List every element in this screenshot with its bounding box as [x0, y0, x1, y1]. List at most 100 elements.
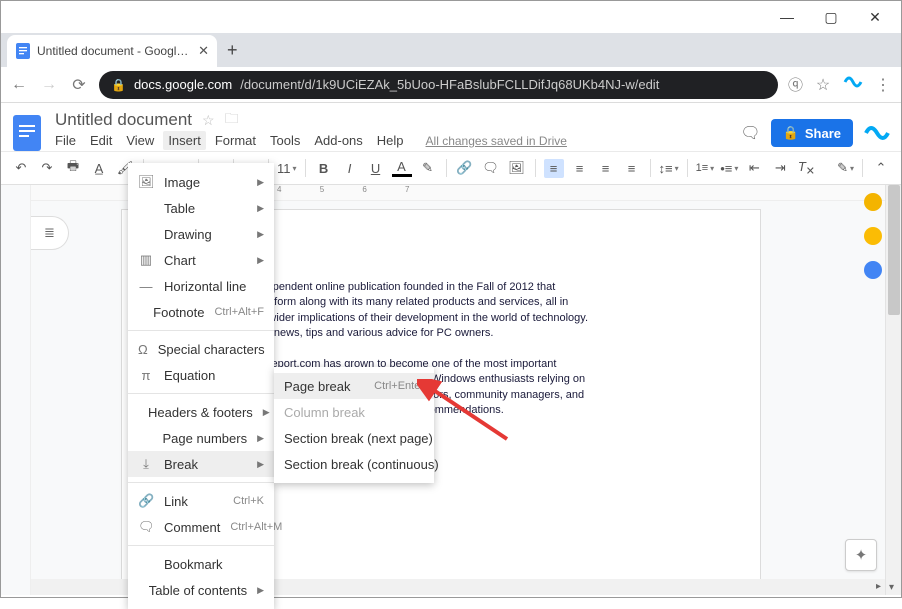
menu-help[interactable]: Help — [377, 133, 404, 148]
italic-button[interactable]: I — [340, 161, 360, 176]
menu-separator — [128, 393, 274, 394]
menu-item-equation[interactable]: πEquation — [128, 362, 274, 388]
move-folder-icon[interactable]: 🗀 — [225, 108, 239, 132]
new-tab-button[interactable]: + — [227, 40, 238, 67]
menu-item-toc[interactable]: Table of contents▶ — [128, 577, 274, 603]
numbered-list-icon[interactable]: 1≡ — [696, 162, 715, 174]
menu-tools[interactable]: Tools — [270, 133, 300, 148]
decrease-indent-icon[interactable]: ⇤ — [744, 160, 764, 176]
menu-item-link[interactable]: 🔗LinkCtrl+K — [128, 488, 274, 514]
menu-item-chart[interactable]: ▥Chart▶ — [128, 247, 274, 273]
scroll-right-icon[interactable]: ▸ — [876, 581, 881, 592]
tab-close-icon[interactable]: ✕ — [198, 43, 209, 59]
scrollbar-thumb[interactable] — [888, 185, 900, 315]
chevron-right-icon: ▶ — [257, 459, 264, 470]
menu-item-table[interactable]: Table▶ — [128, 195, 274, 221]
nav-forward-icon[interactable]: → — [39, 76, 59, 94]
submenu-column-break: Column break — [274, 399, 434, 425]
bold-button[interactable]: B — [314, 161, 334, 176]
undo-icon[interactable]: ↶ — [11, 160, 31, 176]
break-icon: ⤓ — [138, 456, 154, 472]
browser-tab-strip: Untitled document - Google Doc ✕ + — [1, 33, 901, 67]
menu-item-comment[interactable]: 🗨CommentCtrl+Alt+M — [128, 514, 274, 540]
menu-item-drawing[interactable]: Drawing▶ — [128, 221, 274, 247]
opera-menu-icon[interactable] — [843, 72, 863, 97]
menu-item-image[interactable]: 🖼Image▶ — [128, 169, 274, 195]
font-size[interactable]: 11 — [277, 161, 297, 176]
align-justify-icon[interactable]: ≡ — [622, 161, 642, 176]
document-title[interactable]: Untitled document — [55, 110, 192, 130]
menu-insert[interactable]: Insert — [163, 131, 206, 150]
menu-item-bookmark[interactable]: Bookmark — [128, 551, 274, 577]
account-avatar[interactable] — [863, 119, 891, 147]
menu-item-break[interactable]: ⤓Break▶ — [128, 451, 274, 477]
share-button[interactable]: 🔒 Share — [771, 119, 853, 147]
comment-icon: 🗨 — [138, 519, 154, 535]
text-color-icon[interactable]: A — [392, 159, 412, 177]
menu-item-page-numbers[interactable]: Page numbers▶ — [128, 425, 274, 451]
increase-indent-icon[interactable]: ⇥ — [770, 160, 790, 176]
align-left-icon[interactable]: ≡ — [544, 159, 564, 178]
docs-favicon-icon — [15, 43, 31, 59]
window-close[interactable]: ✕ — [853, 9, 897, 26]
break-submenu: Page breakCtrl+Enter Column break Sectio… — [274, 367, 434, 483]
open-comments-icon[interactable]: 🗨 — [740, 123, 760, 143]
scroll-down-icon[interactable]: ▾ — [889, 582, 894, 593]
align-right-icon[interactable]: ≡ — [596, 161, 616, 176]
url-box[interactable]: 🔒 docs.google.com/document/d/1k9UCiEZAk_… — [99, 71, 778, 99]
highlight-color-icon[interactable]: ✎ — [418, 160, 438, 176]
window-maximize[interactable]: ▢ — [809, 9, 853, 26]
clear-formatting-icon[interactable]: T✕ — [796, 159, 816, 178]
pi-icon: π — [138, 368, 154, 383]
save-status[interactable]: All changes saved in Drive — [426, 134, 567, 148]
collapse-toolbar-icon[interactable]: ⌃ — [871, 160, 891, 176]
redo-icon[interactable]: ↷ — [37, 160, 57, 176]
keep-icon[interactable] — [864, 193, 882, 211]
underline-button[interactable]: U — [366, 161, 386, 176]
menu-item-headers-footers[interactable]: Headers & footers▶ — [128, 399, 274, 425]
menu-format[interactable]: Format — [215, 133, 256, 148]
kebab-menu-icon[interactable]: ⋮ — [873, 75, 893, 95]
link-icon: 🔗 — [138, 493, 154, 509]
bookmark-star-icon[interactable]: ☆ — [813, 75, 833, 95]
tab-title: Untitled document - Google Doc — [37, 44, 192, 58]
tasks-icon[interactable] — [864, 261, 882, 279]
chevron-right-icon: ▶ — [263, 407, 270, 418]
vertical-scrollbar[interactable]: ▾ — [885, 185, 901, 595]
insert-link-icon[interactable]: 🔗 — [455, 160, 475, 176]
menu-item-special-chars[interactable]: ΩSpecial characters — [128, 336, 274, 362]
keep-icon-2[interactable] — [864, 227, 882, 245]
search-site-icon[interactable]: ⓠ — [788, 74, 803, 95]
menu-addons[interactable]: Add-ons — [314, 133, 362, 148]
editing-mode-icon[interactable]: ✎ — [837, 160, 854, 176]
window-controls: — ▢ ✕ — [1, 1, 901, 33]
line-spacing-icon[interactable]: ↕≡ — [659, 161, 679, 176]
submenu-section-continuous[interactable]: Section break (continuous) — [274, 451, 434, 477]
star-icon[interactable]: ☆ — [202, 112, 215, 129]
menu-edit[interactable]: Edit — [90, 133, 112, 148]
omega-icon: Ω — [138, 342, 148, 357]
outline-handle[interactable]: ≣ — [31, 216, 69, 250]
window-minimize[interactable]: — — [765, 9, 809, 25]
chevron-right-icon: ▶ — [257, 177, 264, 188]
submenu-section-next[interactable]: Section break (next page) — [274, 425, 434, 451]
align-center-icon[interactable]: ≡ — [570, 161, 590, 176]
menu-view[interactable]: View — [126, 133, 154, 148]
url-path: /document/d/1k9UCiEZAk_5bUoo-HFaBslubFCL… — [240, 77, 659, 92]
submenu-page-break[interactable]: Page breakCtrl+Enter — [274, 373, 434, 399]
print-icon[interactable]: 🖶 — [63, 157, 83, 179]
insert-comment-icon[interactable]: 🗨 — [481, 160, 501, 176]
browser-tab[interactable]: Untitled document - Google Doc ✕ — [7, 35, 217, 67]
menu-file[interactable]: File — [55, 133, 76, 148]
spellcheck-icon[interactable]: A̲ — [89, 161, 109, 176]
nav-back-icon[interactable]: ← — [9, 76, 29, 94]
menu-item-footnote[interactable]: FootnoteCtrl+Alt+F — [128, 299, 274, 325]
bulleted-list-icon[interactable]: •≡ — [720, 161, 738, 176]
docs-logo-icon[interactable] — [9, 115, 45, 151]
hline-icon: — — [138, 279, 154, 294]
menu-item-hline[interactable]: —Horizontal line — [128, 273, 274, 299]
nav-reload-icon[interactable]: ⟳ — [69, 75, 89, 95]
explore-button[interactable]: ✦ — [845, 539, 877, 571]
insert-image-icon[interactable]: 🖼 — [507, 160, 527, 176]
menu-separator — [128, 482, 274, 483]
